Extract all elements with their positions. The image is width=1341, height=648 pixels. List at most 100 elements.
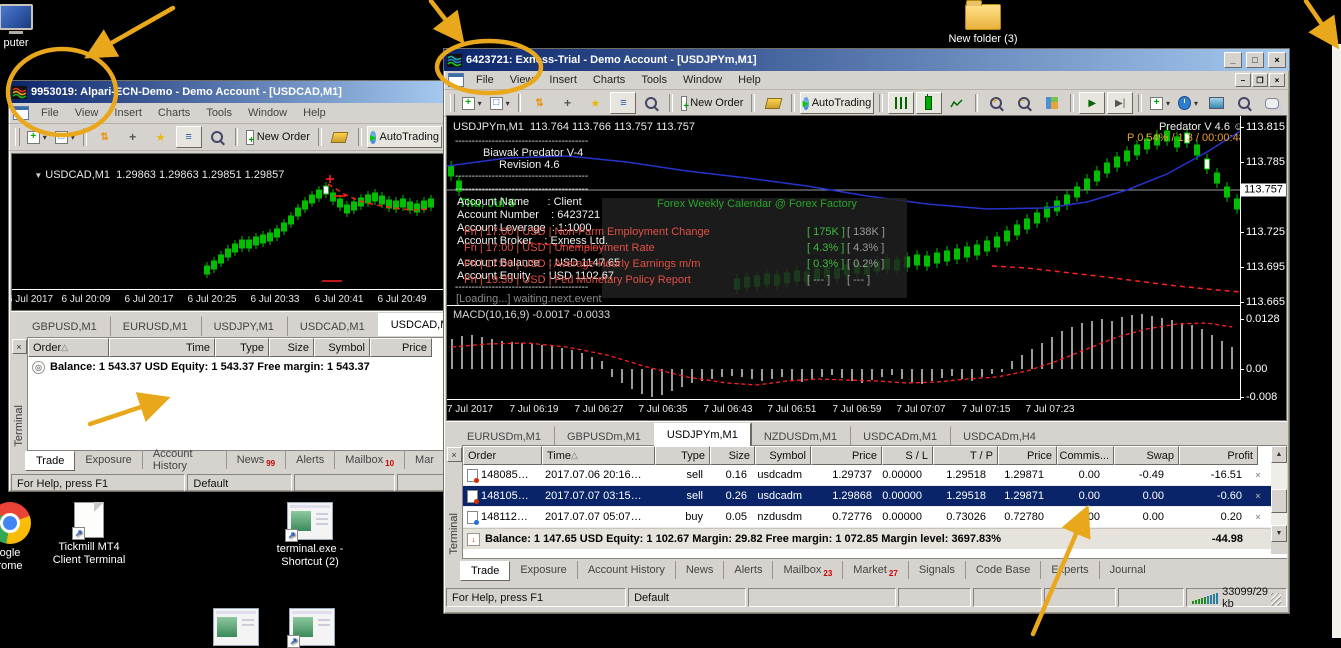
community-chat-button[interactable] <box>1259 92 1285 114</box>
tile-windows-button[interactable] <box>1039 92 1065 114</box>
autotrading-button[interactable]: ▶AutoTrading <box>800 92 874 114</box>
terminal-tab-trade[interactable]: Trade <box>460 561 510 581</box>
scroll-down-button[interactable]: ▼ <box>1271 525 1287 542</box>
desktop-icon-computer[interactable]: puter <box>0 4 38 50</box>
menu-file[interactable]: File <box>33 106 67 120</box>
column-header-size[interactable]: Size <box>269 338 314 357</box>
strategy-tester-button[interactable] <box>204 126 230 148</box>
chart-tab[interactable]: USDCAD,M1 <box>378 313 447 336</box>
chart-area[interactable]: USDJPYm,M1 113.764 113.766 113.757 113.7… <box>446 115 1287 421</box>
column-header-price[interactable]: Price <box>998 446 1057 465</box>
terminal-toggle-button[interactable]: ≡ <box>176 126 202 148</box>
terminal-tab-account-history[interactable]: Account History <box>577 561 675 579</box>
minimize-button[interactable]: _ <box>1224 52 1242 68</box>
terminal-tab-alerts[interactable]: Alerts <box>285 451 334 469</box>
column-header-order[interactable]: Order △ <box>28 338 109 357</box>
terminal-tab-trade[interactable]: Trade <box>25 451 75 471</box>
menu-file[interactable]: File <box>468 73 502 87</box>
chart-tab[interactable]: GBPUSD,M1 <box>19 316 110 336</box>
market-watch-button[interactable]: ★ <box>582 92 608 114</box>
indicators-button[interactable]: +▾ <box>1147 92 1173 114</box>
table-scrollbar[interactable]: ▲ ▼ <box>1271 446 1287 554</box>
chart-tab[interactable]: USDCADm,H4 <box>950 426 1049 446</box>
column-header-type[interactable]: Type <box>215 338 269 357</box>
new-chart-button[interactable]: +▾ <box>24 126 50 148</box>
candlestick-chart-button[interactable] <box>916 92 942 114</box>
menu-help[interactable]: Help <box>730 73 769 87</box>
column-header-swap[interactable]: Swap <box>1114 446 1179 465</box>
chart-shift-button[interactable]: ▶| <box>1107 92 1133 114</box>
menu-window[interactable]: Window <box>675 73 730 87</box>
chart-tab[interactable]: USDJPY,M1 <box>201 316 287 336</box>
terminal-tab-news[interactable]: News99 <box>226 451 285 469</box>
tick-chart-button[interactable]: ⇅ <box>92 126 118 148</box>
column-header-type[interactable]: Type <box>655 446 710 465</box>
terminal-tab-mailbox[interactable]: Mailbox23 <box>772 561 842 579</box>
close-order-button[interactable]: × <box>1246 507 1270 527</box>
column-header-symbol[interactable]: Symbol <box>755 446 811 465</box>
strategy-tester-button[interactable] <box>638 92 664 114</box>
chart-tab[interactable]: GBPUSDm,M1 <box>554 426 654 446</box>
new-order-button[interactable]: +New Order <box>678 92 746 114</box>
terminal-close-button[interactable]: × <box>447 447 462 462</box>
tick-chart-button[interactable]: ⇅ <box>526 92 552 114</box>
profiles-button[interactable]: □▾ <box>487 92 513 114</box>
periods-button[interactable]: ▾ <box>1175 92 1201 114</box>
close-button[interactable]: × <box>1268 52 1286 68</box>
chart-tab[interactable]: NZDUSDm,M1 <box>751 426 850 446</box>
search-button[interactable] <box>1231 92 1257 114</box>
bar-chart-button[interactable] <box>888 92 914 114</box>
new-chart-button[interactable]: +▾ <box>459 92 485 114</box>
terminal-tab-exposure[interactable]: Exposure <box>75 451 141 469</box>
autotrading-button[interactable]: ▶AutoTrading <box>367 126 442 148</box>
child-restore-button[interactable]: ❐ <box>1252 73 1268 87</box>
crosshair-button[interactable]: + <box>120 126 146 148</box>
close-order-button[interactable]: × <box>1246 465 1270 485</box>
symbol-dropdown-icon[interactable]: ▼ <box>34 171 42 180</box>
menu-view[interactable]: View <box>67 106 107 120</box>
column-header-symbol[interactable]: Symbol <box>314 338 370 357</box>
column-header-sl[interactable]: S / L <box>882 446 933 465</box>
expert-advisors-button[interactable] <box>327 126 353 148</box>
terminal-tab-signals[interactable]: Signals <box>908 561 965 579</box>
child-close-button[interactable]: × <box>1269 73 1285 87</box>
order-row[interactable]: 148085…2017.07.06 20:16…sell0.16usdcadm1… <box>463 465 1287 486</box>
profiles-button[interactable]: □▾ <box>52 126 78 148</box>
chart-area[interactable]: ▼USDCAD,M1 1.29863 1.29863 1.29851 1.298… <box>11 153 444 311</box>
column-header-profit[interactable]: Profit <box>1179 446 1258 465</box>
zoom-out-button[interactable]: − <box>1011 92 1037 114</box>
terminal-tab-journal[interactable]: Journal <box>1099 561 1156 579</box>
terminal-tab-exposure[interactable]: Exposure <box>510 561 576 579</box>
auto-scroll-button[interactable]: ▶ <box>1079 92 1105 114</box>
terminal-close-button[interactable]: × <box>12 339 27 354</box>
scrollbar-thumb[interactable] <box>1271 489 1287 513</box>
terminal-tab-code-base[interactable]: Code Base <box>965 561 1040 579</box>
menu-charts[interactable]: Charts <box>150 106 198 120</box>
terminal-tab-news[interactable]: News <box>675 561 724 579</box>
left-title-bar[interactable]: 9953019: Alpari-ECN-Demo - Demo Account … <box>9 81 446 103</box>
market-watch-button[interactable]: ★ <box>148 126 174 148</box>
menu-view[interactable]: View <box>502 73 542 87</box>
menu-tools[interactable]: Tools <box>633 73 675 87</box>
terminal-tab-account-history[interactable]: Account History <box>142 451 226 469</box>
desktop-icon-tickmill[interactable]: ↗ Tickmill MT4Client Terminal <box>52 502 126 567</box>
terminal-toggle-button[interactable]: ≡ <box>610 92 636 114</box>
column-header-tp[interactable]: T / P <box>933 446 998 465</box>
close-order-button[interactable]: × <box>1246 486 1270 506</box>
chart-tab[interactable]: EURUSDm,M1 <box>454 426 554 446</box>
desktop-icon-partial-1[interactable] <box>213 608 259 646</box>
line-chart-button[interactable] <box>944 92 970 114</box>
child-minimize-button[interactable]: – <box>1235 73 1251 87</box>
column-header-price[interactable]: Price <box>811 446 882 465</box>
chart-tab[interactable]: USDCADm,M1 <box>850 426 950 446</box>
desktop-icon-terminal-exe[interactable]: ↗ terminal.exe -Shortcut (2) <box>272 502 348 569</box>
desktop-icon-chrome[interactable]: oglerome <box>0 502 34 573</box>
maximize-button[interactable]: □ <box>1246 52 1264 68</box>
crosshair-button[interactable]: + <box>554 92 580 114</box>
desktop-icon-new-folder[interactable]: New folder (3) <box>940 0 1026 46</box>
desktop-icon-partial-2[interactable]: ↗ <box>289 608 335 646</box>
terminal-tab-mailbox[interactable]: Mailbox10 <box>334 451 404 469</box>
column-header-commis[interactable]: Commis... <box>1057 446 1114 465</box>
menu-window[interactable]: Window <box>240 106 295 120</box>
column-header-order[interactable]: Order <box>463 446 542 465</box>
